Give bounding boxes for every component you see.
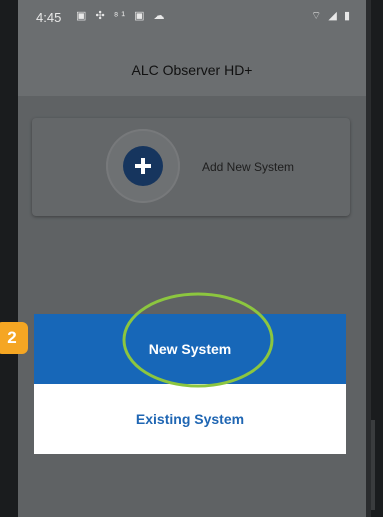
system-type-dialog: New System Existing System [34, 314, 346, 454]
status-bar: 4:45 ▣ ✣ ⁸¹ ▣ ☁ ⌔ ◢ ▮ [18, 0, 366, 38]
plus-icon [135, 158, 151, 174]
status-time: 4:45 [36, 10, 62, 25]
existing-system-option[interactable]: Existing System [34, 384, 346, 454]
add-new-system-label: Add New System [202, 160, 295, 174]
scrollbar[interactable] [371, 420, 375, 510]
add-system-button[interactable] [123, 146, 163, 186]
app-bar: ALC Observer HD+ [18, 38, 366, 96]
app-title: ALC Observer HD+ [131, 62, 253, 78]
system-status-icons: ⌔ ◢ ▮ [311, 10, 352, 22]
step-badge: 2 [0, 322, 28, 354]
notification-icons: ▣ ✣ ⁸¹ ▣ ☁ [76, 10, 168, 22]
add-new-system-card[interactable]: Add New System [32, 118, 350, 216]
new-system-option[interactable]: New System [34, 314, 346, 384]
